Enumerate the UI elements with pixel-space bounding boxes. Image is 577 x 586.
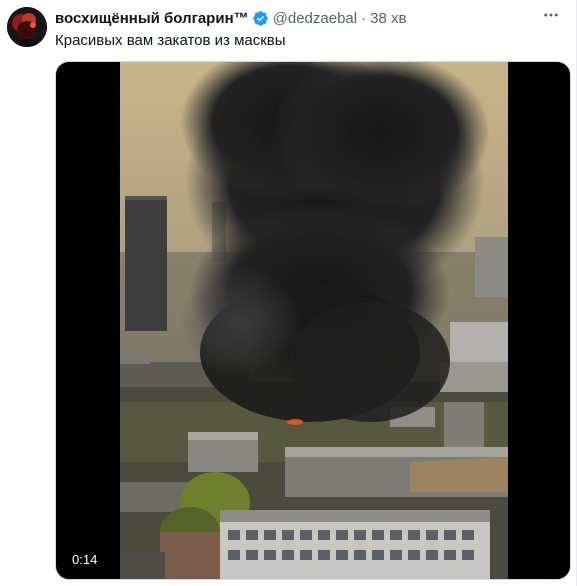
video-timestamp: 0:14 [66,550,104,569]
tweet-text: Красивых вам закатов из масквы [55,32,286,49]
author-handle[interactable]: @dedzaebal [273,10,357,27]
tweet: восхищённый болгарин™ @dedzaebal · 38 хв… [0,0,577,586]
verified-badge-icon [252,10,269,27]
video-frame[interactable] [120,62,508,579]
tweet-header: восхищённый болгарин™ @dedzaebal · 38 хв [55,8,406,28]
display-name[interactable]: восхищённый болгарин™ [55,10,249,27]
video-thumbnail [120,62,508,579]
avatar[interactable] [7,7,47,47]
separator-dot: · [361,9,367,27]
avatar-image [7,7,47,47]
timestamp-link[interactable]: 38 хв [370,10,406,27]
more-options-icon[interactable] [538,4,564,26]
video-player[interactable]: 0:14 [55,61,571,580]
